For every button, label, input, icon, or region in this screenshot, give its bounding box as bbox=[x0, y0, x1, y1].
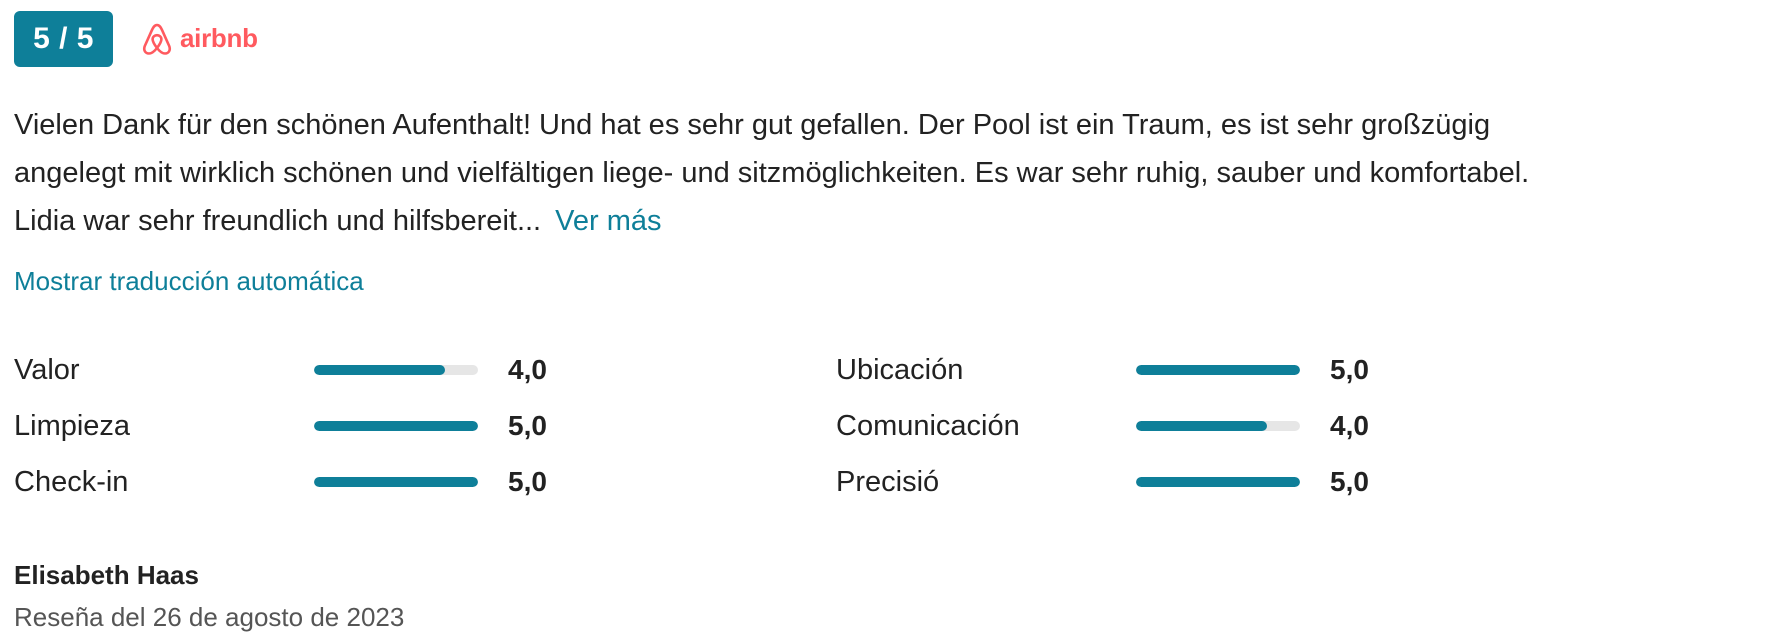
review-text: Vielen Dank für den schönen Aufenthalt! … bbox=[14, 101, 1774, 245]
rating-bar bbox=[314, 365, 478, 375]
review-date: Reseña del 26 de agosto de 2023 bbox=[14, 602, 405, 632]
rating-label: Check-in bbox=[14, 466, 129, 498]
review-card: 5 / 5 airbnb Vielen Dank für den schönen… bbox=[0, 0, 1790, 644]
airbnb-logo-icon bbox=[139, 21, 175, 57]
rating-bar-fill bbox=[1136, 365, 1300, 375]
brand: airbnb bbox=[139, 21, 258, 57]
review-text-truncated: Lidia war sehr freundlich und hilfsberei… bbox=[14, 205, 542, 237]
rating-bar-fill bbox=[314, 477, 478, 487]
rating-bar bbox=[314, 477, 478, 487]
rating-value: 5,0 bbox=[508, 466, 547, 497]
rating-bar bbox=[1136, 421, 1300, 431]
see-more-link[interactable]: Ver más bbox=[555, 205, 661, 237]
rating-label: Ubicación bbox=[836, 354, 964, 386]
review-header: 5 / 5 airbnb bbox=[14, 11, 258, 67]
review-text-line: angelegt mit wirklich schönen und vielfä… bbox=[14, 157, 1530, 189]
rating-label: Comunicación bbox=[836, 410, 1020, 442]
rating-bar bbox=[314, 421, 478, 431]
brand-name: airbnb bbox=[180, 22, 258, 53]
rating-bar-fill bbox=[314, 421, 478, 431]
rating-value: 5,0 bbox=[508, 410, 547, 441]
review-text-line: Lidia war sehr freundlich und hilfsberei… bbox=[14, 197, 1774, 245]
rating-bar-fill bbox=[314, 365, 446, 375]
rating-value: 5,0 bbox=[1330, 354, 1369, 385]
author-name: Elisabeth Haas bbox=[14, 560, 199, 590]
rating-value: 5,0 bbox=[1330, 466, 1369, 497]
rating-label: Precisió bbox=[836, 466, 940, 498]
rating-label: Limpieza bbox=[14, 410, 131, 442]
rating-bar-fill bbox=[1136, 477, 1300, 487]
show-translation-link[interactable]: Mostrar traducción automática bbox=[14, 266, 364, 297]
rating-bar-fill bbox=[1136, 421, 1268, 431]
rating-bar bbox=[1136, 365, 1300, 375]
rating-bar bbox=[1136, 477, 1300, 487]
rating-label: Valor bbox=[14, 354, 80, 386]
rating-value: 4,0 bbox=[1330, 410, 1369, 441]
review-text-line: Vielen Dank für den schönen Aufenthalt! … bbox=[14, 109, 1491, 141]
rating-value: 4,0 bbox=[508, 354, 547, 385]
score-badge: 5 / 5 bbox=[14, 11, 113, 67]
